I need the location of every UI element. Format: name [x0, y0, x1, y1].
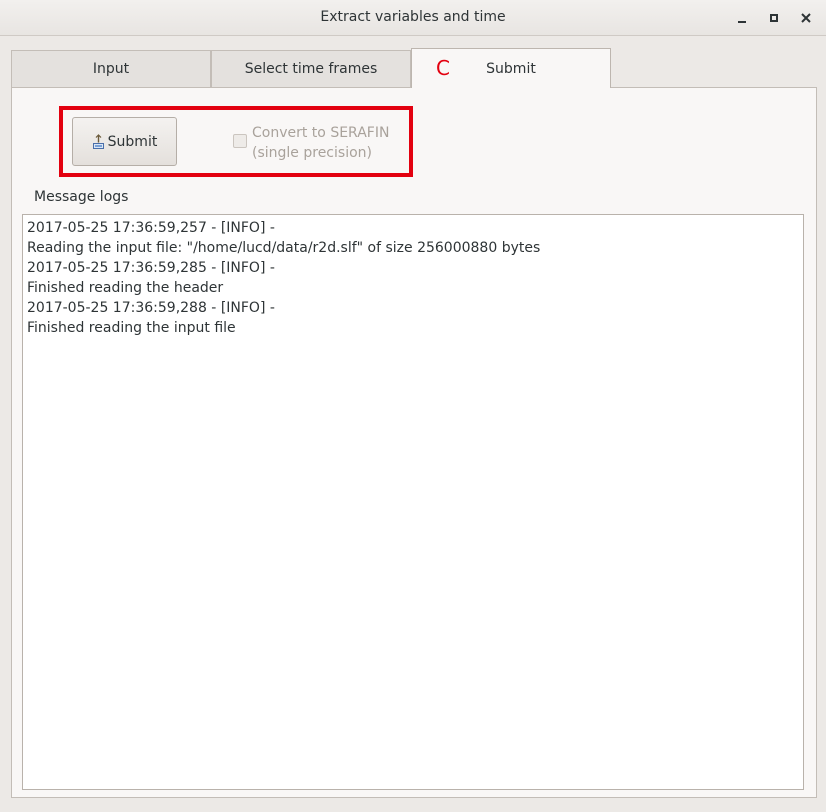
tab-submit[interactable]: C Submit [411, 48, 611, 88]
checkbox-label-line1: Convert to SERAFIN [252, 125, 390, 141]
submit-button-label: Submit [107, 133, 158, 150]
tab-submit-label: Submit [486, 60, 536, 77]
close-icon [801, 13, 811, 23]
tab-input-label: Input [92, 61, 130, 77]
log-line: Finished reading the input file [27, 320, 236, 336]
annotation-marker: C [436, 56, 450, 80]
submit-button[interactable]: Submit [72, 117, 177, 166]
upload-icon [92, 133, 105, 150]
window-title: Extract variables and time [320, 9, 506, 25]
log-line: 2017-05-25 17:36:59,288 - [INFO] - [27, 300, 275, 316]
log-line: 2017-05-25 17:36:59,285 - [INFO] - [27, 260, 275, 276]
maximize-icon [770, 14, 778, 22]
minimize-button[interactable] [733, 9, 751, 27]
log-line: Finished reading the header [27, 280, 224, 296]
tab-select-time-frames[interactable]: Select time frames [211, 50, 411, 87]
tab-select-time-frames-label: Select time frames [244, 61, 378, 77]
close-button[interactable] [797, 9, 815, 27]
checkbox-label-line2: (single precision) [252, 145, 372, 161]
checkbox-box[interactable] [233, 134, 247, 148]
log-line: 2017-05-25 17:36:59,257 - [INFO] - [27, 220, 275, 236]
tab-input[interactable]: Input [11, 50, 211, 87]
minimize-icon [738, 20, 746, 23]
log-line: Reading the input file: "/home/lucd/data… [27, 240, 541, 256]
message-log-area[interactable]: 2017-05-25 17:36:59,257 - [INFO] - Readi… [22, 214, 804, 790]
serafin-checkbox-label: Convert to SERAFIN (single precision) [252, 123, 389, 163]
serafin-checkbox[interactable]: Convert to SERAFIN (single precision) [233, 123, 389, 163]
message-logs-label: Message logs [34, 189, 129, 205]
title-bar: Extract variables and time [0, 0, 826, 36]
maximize-button[interactable] [765, 9, 783, 27]
